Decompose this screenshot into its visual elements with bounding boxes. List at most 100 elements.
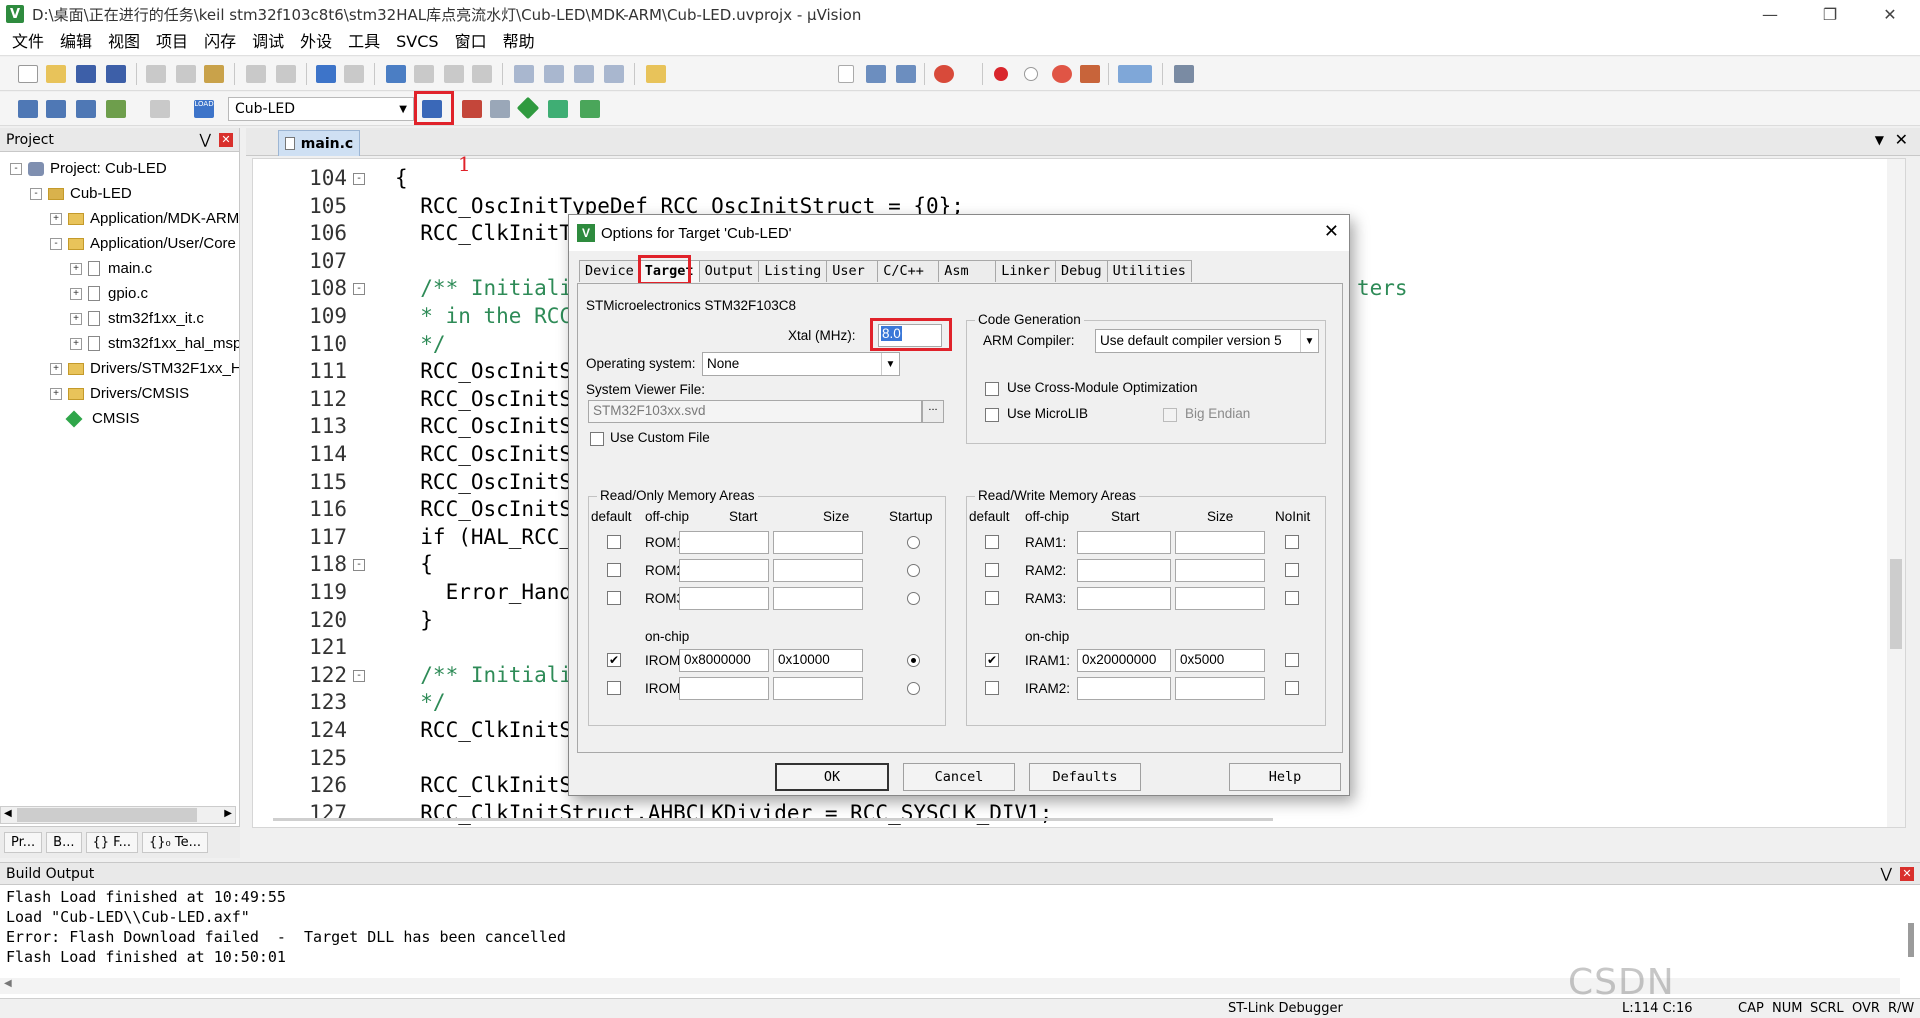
save-icon[interactable]: [76, 65, 96, 83]
microlib-checkbox[interactable]: [985, 408, 999, 422]
rw-default-checkbox[interactable]: [985, 563, 999, 577]
use-custom-file-checkbox[interactable]: [590, 432, 604, 446]
prev-bookmark-icon[interactable]: [414, 65, 434, 83]
ro-size-input[interactable]: [773, 559, 863, 582]
fold-toggle-icon[interactable]: -: [353, 173, 365, 185]
find-combo-dropdown-icon[interactable]: [838, 65, 854, 83]
tab-output[interactable]: Output: [698, 260, 760, 282]
tab-listing[interactable]: Listing: [758, 260, 828, 282]
ro-start-input[interactable]: 0x8000000: [679, 649, 769, 672]
copy-icon[interactable]: [176, 65, 196, 83]
rw-start-input[interactable]: [1077, 587, 1171, 610]
svf-browse-button[interactable]: ...: [922, 400, 944, 423]
noinit-checkbox[interactable]: [1285, 535, 1299, 549]
navigate-back-icon[interactable]: [316, 65, 336, 83]
menu-svcs[interactable]: SVCS: [388, 28, 446, 56]
cross-module-checkbox[interactable]: [985, 382, 999, 396]
tab-debug[interactable]: Debug: [1055, 260, 1108, 282]
menu-file[interactable]: 文件: [4, 28, 52, 56]
rw-default-checkbox[interactable]: [985, 535, 999, 549]
editor-vscrollbar[interactable]: [1887, 159, 1905, 827]
tree-item[interactable]: - Project: Cub-LED: [0, 156, 239, 181]
ro-start-input[interactable]: [679, 677, 769, 700]
tab-books[interactable]: B...: [46, 832, 82, 853]
close-window-button[interactable]: ✕: [1860, 0, 1920, 28]
paste-icon[interactable]: [204, 65, 224, 83]
help-button[interactable]: Help: [1229, 763, 1341, 791]
menu-tools[interactable]: 工具: [340, 28, 388, 56]
tree-item[interactable]: + Drivers/STM32F1xx_HAL_Driver: [0, 356, 239, 381]
save-all-icon[interactable]: [106, 65, 126, 83]
open-file-icon[interactable]: [46, 65, 66, 83]
tab-list-dropdown-icon[interactable]: ▼: [1875, 133, 1884, 147]
navigate-forward-icon[interactable]: [344, 65, 364, 83]
stop-build-icon[interactable]: [150, 100, 170, 118]
rw-start-input[interactable]: [1077, 677, 1171, 700]
ro-start-input[interactable]: [679, 531, 769, 554]
collapse-icon[interactable]: -: [10, 162, 22, 175]
menu-window[interactable]: 窗口: [447, 28, 495, 56]
select-packs-icon[interactable]: [548, 100, 568, 118]
ro-size-input[interactable]: [773, 531, 863, 554]
rw-size-input[interactable]: [1175, 559, 1265, 582]
tab-user[interactable]: User: [826, 260, 879, 282]
fold-toggle-icon[interactable]: -: [353, 669, 365, 682]
tree-item[interactable]: - Application/User/Core: [0, 231, 239, 256]
find-icon[interactable]: [866, 65, 886, 83]
ro-start-input[interactable]: [679, 559, 769, 582]
next-bookmark-icon[interactable]: [444, 65, 464, 83]
comment-icon[interactable]: [574, 65, 594, 83]
tree-item[interactable]: + stm32f1xx_it.c: [0, 306, 239, 331]
tree-item[interactable]: + stm32f1xx_hal_msp.c: [0, 331, 239, 356]
ok-button[interactable]: OK: [775, 763, 889, 791]
build-icon[interactable]: [46, 100, 66, 118]
tab-device[interactable]: Device: [579, 260, 640, 282]
tab-functions[interactable]: {} F...: [85, 832, 138, 853]
expand-icon[interactable]: +: [70, 337, 82, 350]
collapse-icon[interactable]: -: [30, 187, 42, 200]
cancel-button[interactable]: Cancel: [903, 763, 1015, 791]
startup-radio[interactable]: [907, 682, 920, 695]
configure-icon[interactable]: [1174, 65, 1194, 83]
expand-icon[interactable]: +: [70, 312, 82, 325]
expand-icon[interactable]: +: [50, 362, 62, 375]
batch-build-icon[interactable]: [106, 100, 126, 118]
ro-default-checkbox[interactable]: [607, 535, 621, 549]
file-extensions-icon[interactable]: [462, 100, 482, 118]
ro-default-checkbox[interactable]: [607, 681, 621, 695]
tree-item[interactable]: + main.c: [0, 256, 239, 281]
tree-item[interactable]: + Application/MDK-ARM: [0, 206, 239, 231]
rw-default-checkbox[interactable]: [985, 591, 999, 605]
code-line[interactable]: 104- {: [253, 165, 1905, 193]
debug-session-icon[interactable]: [934, 65, 954, 83]
expand-icon[interactable]: +: [50, 387, 62, 400]
startup-radio[interactable]: [907, 536, 920, 549]
rw-start-input[interactable]: [1077, 559, 1171, 582]
tab-utilities[interactable]: Utilities: [1106, 260, 1192, 282]
expand-icon[interactable]: +: [70, 287, 82, 300]
menu-flash[interactable]: 闪存: [196, 28, 244, 56]
pin-icon[interactable]: ⋁: [200, 132, 211, 148]
minimize-button[interactable]: —: [1740, 0, 1800, 28]
svf-input[interactable]: STM32F103xx.svd: [588, 400, 922, 423]
redo-icon[interactable]: [276, 65, 296, 83]
rw-start-input[interactable]: [1077, 531, 1171, 554]
load-download-icon[interactable]: LOAD: [194, 100, 214, 118]
ro-start-input[interactable]: [679, 587, 769, 610]
rw-size-input[interactable]: [1175, 587, 1265, 610]
tree-item[interactable]: CMSIS: [0, 406, 239, 431]
fold-toggle-icon[interactable]: -: [353, 283, 365, 296]
manage-project-items-icon[interactable]: [490, 100, 510, 118]
manage-rte-icon[interactable]: [516, 96, 540, 120]
menu-debug[interactable]: 调试: [244, 28, 292, 56]
clear-breakpoints-icon[interactable]: [1052, 65, 1072, 83]
code-line[interactable]: 127 RCC_ClkInitStruct.AHBCLKDivider = RC…: [253, 800, 1905, 827]
expand-icon[interactable]: +: [50, 212, 62, 225]
rebuild-icon[interactable]: [76, 100, 96, 118]
menu-help[interactable]: 帮助: [495, 28, 543, 56]
startup-radio[interactable]: [907, 654, 920, 667]
startup-radio[interactable]: [907, 564, 920, 577]
rw-size-input[interactable]: [1175, 677, 1265, 700]
rw-size-input[interactable]: [1175, 531, 1265, 554]
tab-templates[interactable]: {}₀ Te...: [141, 832, 208, 853]
